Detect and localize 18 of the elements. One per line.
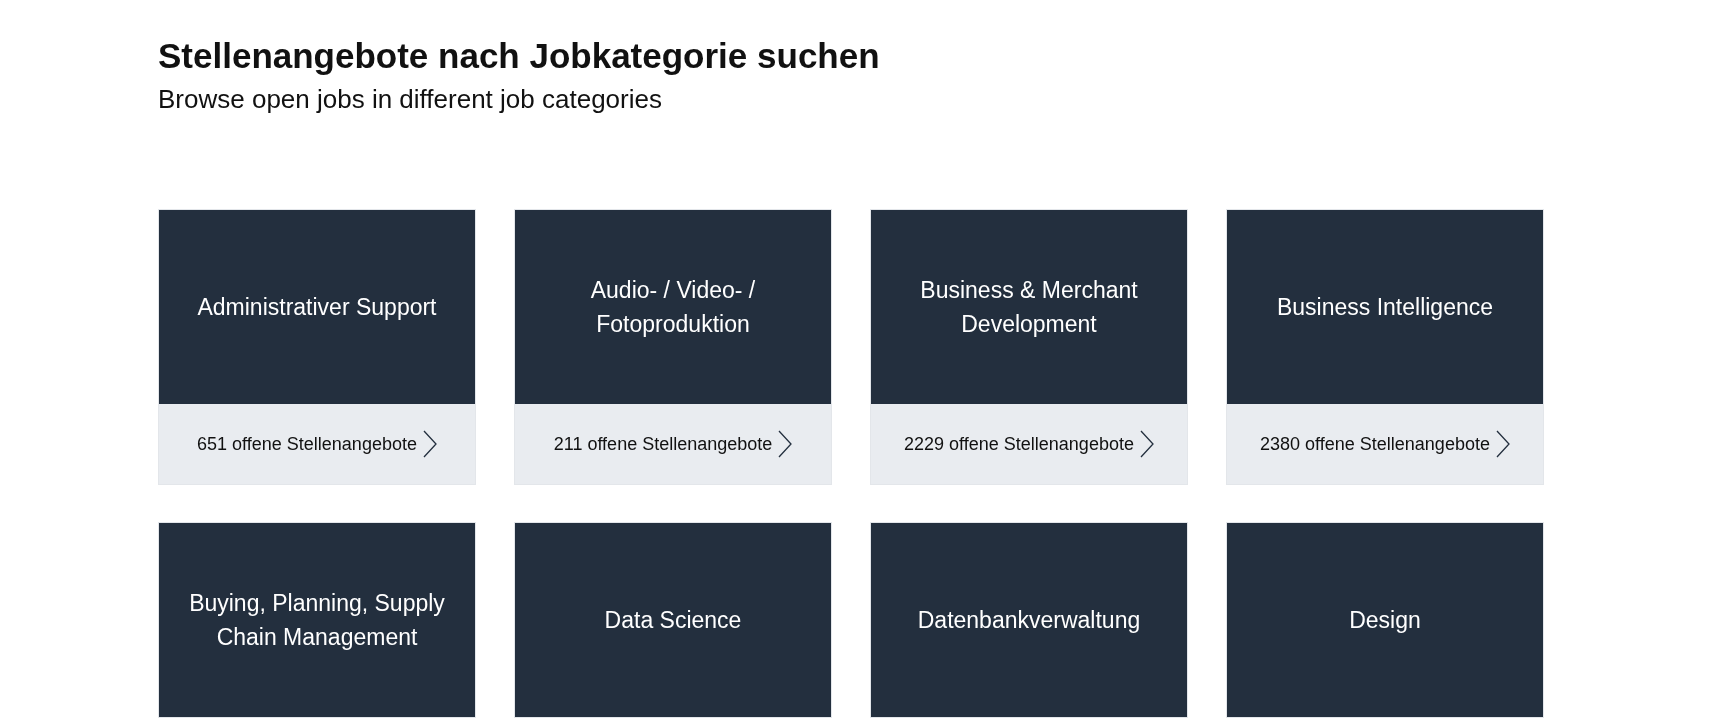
open-jobs-link[interactable]: 2229 offene Stellenangebote	[871, 404, 1187, 484]
category-tile[interactable]: Audio- / Video- / Fotoproduktion	[515, 210, 831, 404]
chevron-right-icon	[422, 430, 437, 458]
category-tile[interactable]: Business Intelligence	[1227, 210, 1543, 404]
chevron-right-icon	[1495, 430, 1510, 458]
category-tile[interactable]: Buying, Planning, Supply Chain Management	[159, 523, 475, 717]
category-tile[interactable]: Business & Merchant Development	[871, 210, 1187, 404]
open-jobs-link[interactable]: 651 offene Stellenangebote	[159, 404, 475, 484]
open-jobs-link[interactable]: 2380 offene Stellenangebote	[1227, 404, 1543, 484]
page-subheading: Browse open jobs in different job categories	[158, 83, 663, 116]
chevron-right-icon	[778, 430, 793, 458]
page-heading: Stellenangebote nach Jobkategorie suchen	[158, 35, 881, 77]
category-tile[interactable]: Design	[1227, 523, 1543, 717]
category-tile[interactable]: Data Science	[515, 523, 831, 717]
open-jobs-link[interactable]: 211 offene Stellenangebote	[515, 404, 831, 484]
category-tile[interactable]: Datenbankverwaltung	[871, 523, 1187, 717]
category-tile[interactable]: Administrativer Support	[159, 210, 475, 404]
chevron-right-icon	[1139, 430, 1154, 458]
